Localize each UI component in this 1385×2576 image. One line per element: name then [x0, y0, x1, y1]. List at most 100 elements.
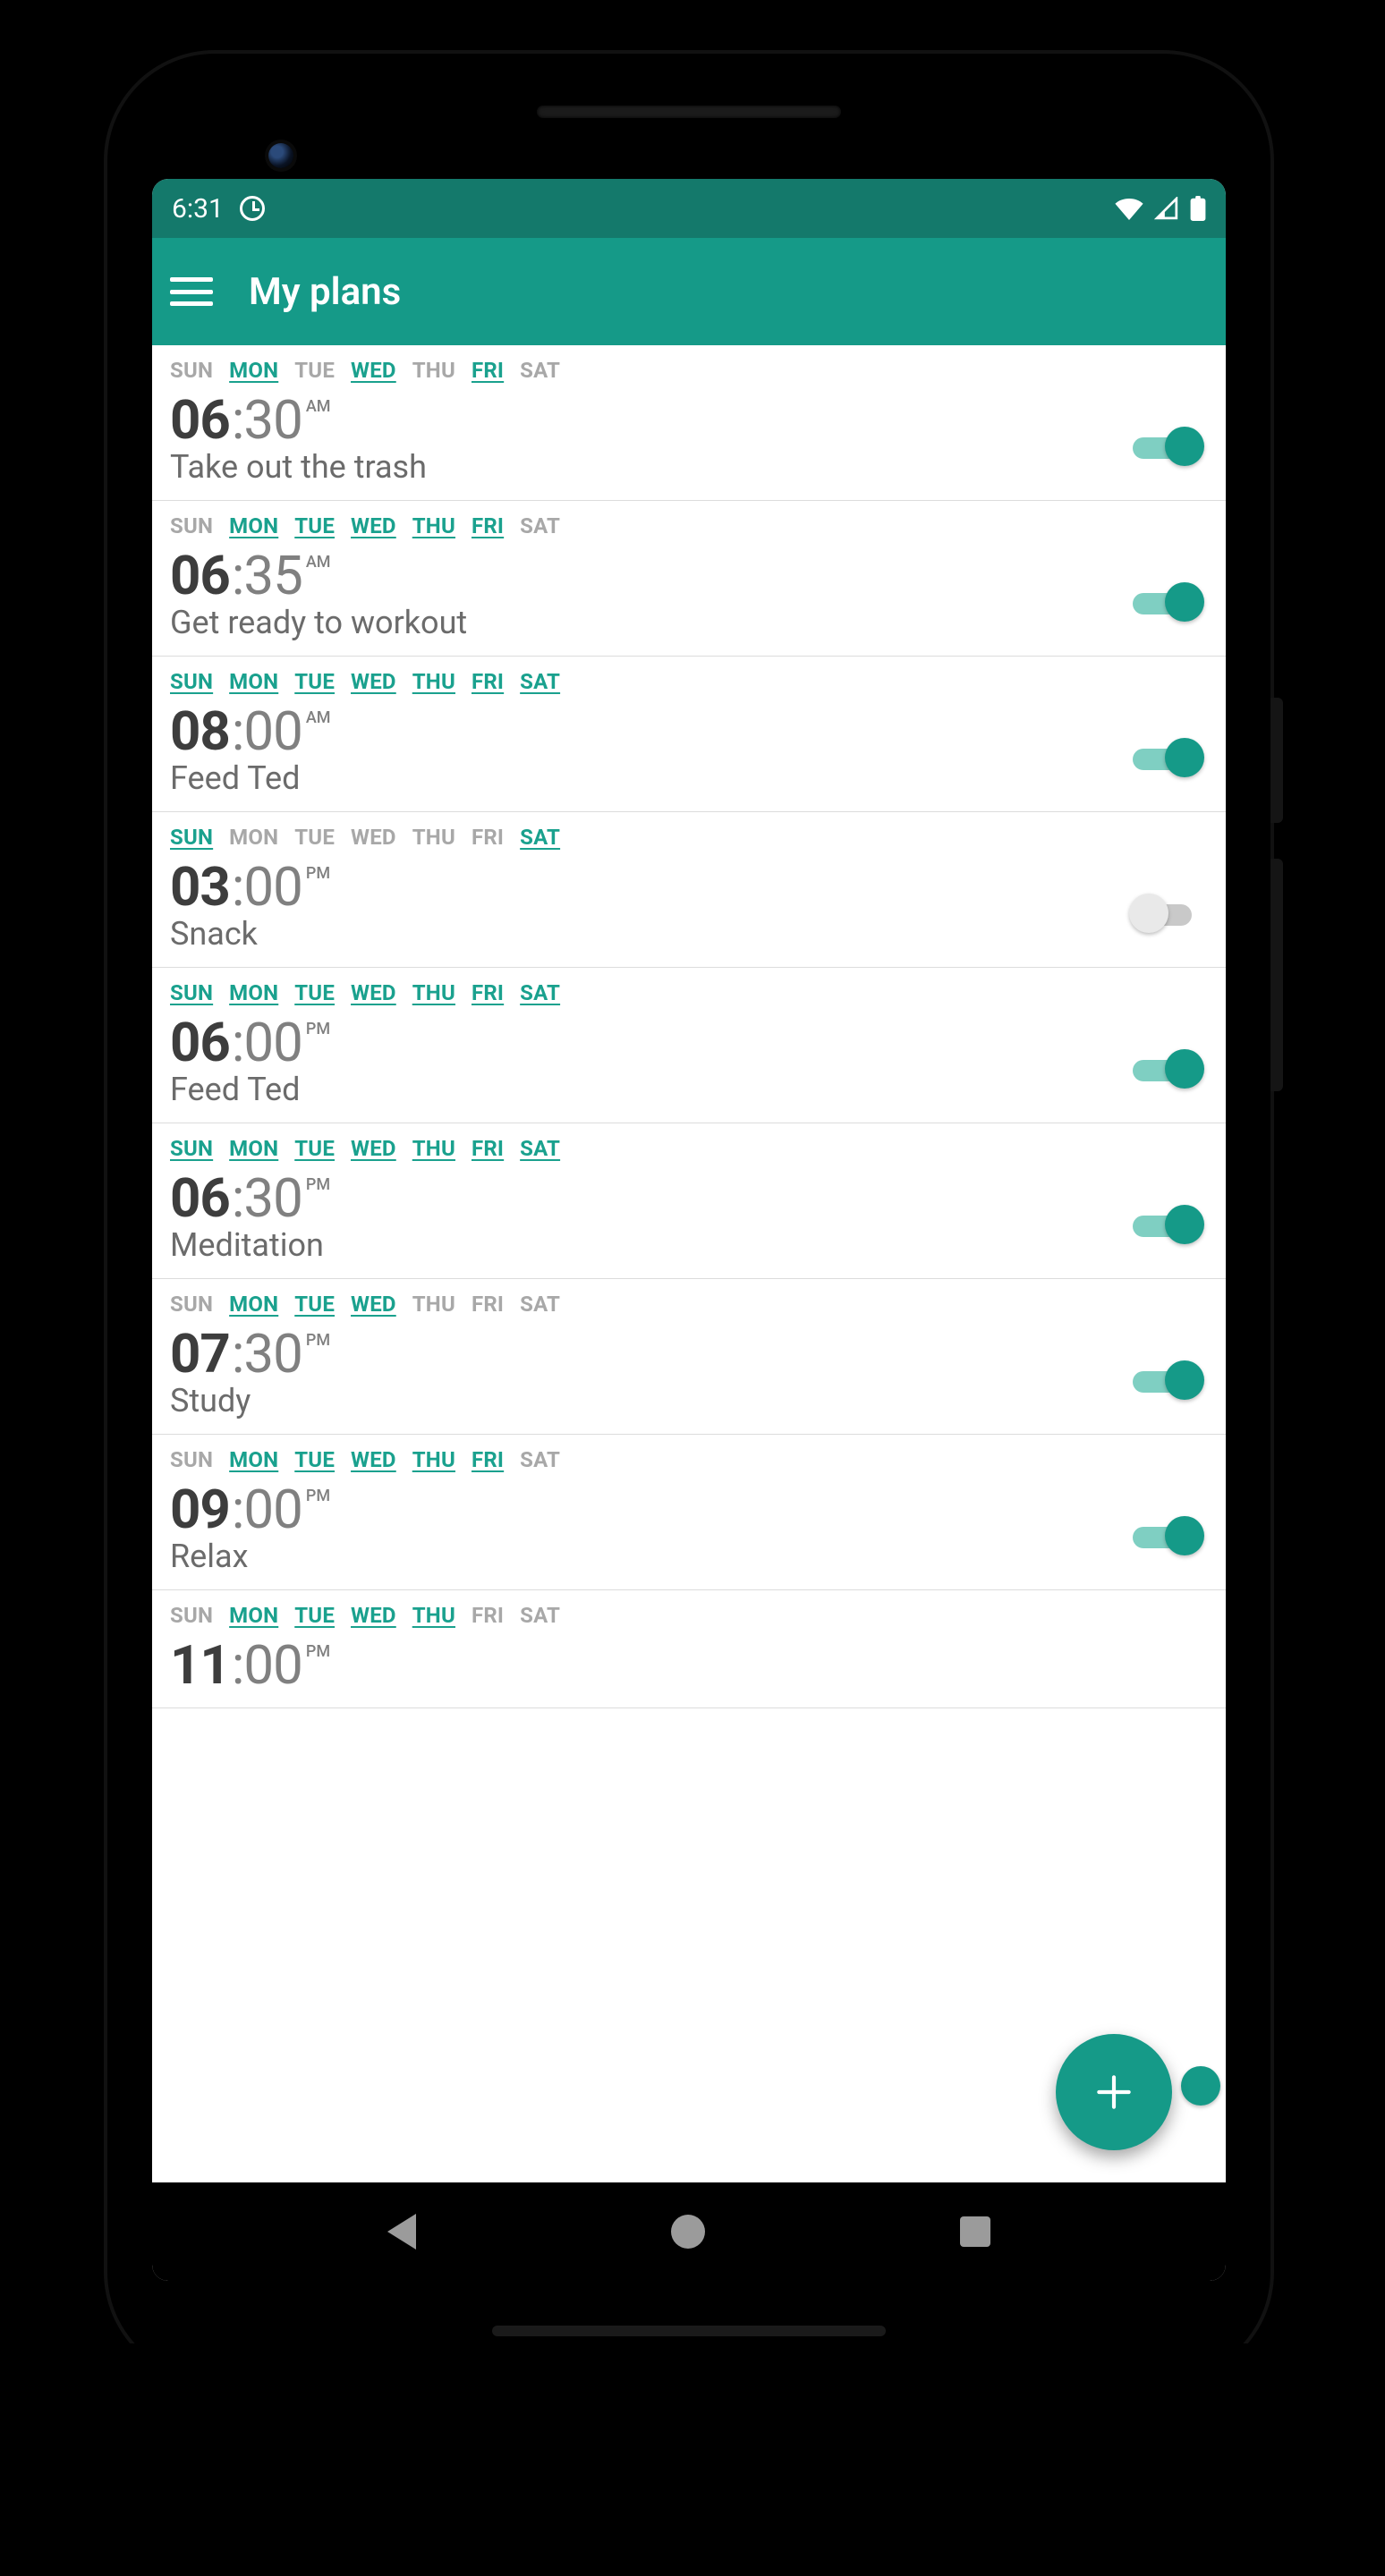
plan-item[interactable]: SUNMONTUEWEDTHUFRISAT06:35AMGet ready to…	[152, 501, 1226, 657]
cell-signal-icon	[1154, 197, 1179, 220]
day-label: SUN	[170, 980, 213, 1005]
plan-time: 08:00AM	[170, 699, 1208, 763]
day-label: SUN	[170, 1292, 213, 1317]
plan-ampm: PM	[306, 864, 330, 883]
plan-days: SUNMONTUEWEDTHUFRISAT	[170, 1447, 1208, 1472]
day-label: MON	[229, 1447, 278, 1472]
screen: 6:31 My plans SUNMONTUEWEDTHUFRISAT06:30…	[152, 179, 1226, 2281]
day-label: WED	[351, 358, 396, 383]
plan-time: 06:30AM	[170, 388, 1208, 452]
day-label: MON	[229, 1136, 278, 1161]
plan-label: Meditation	[170, 1226, 1208, 1264]
plan-hour: 08	[170, 699, 230, 763]
plus-icon	[1092, 2070, 1136, 2114]
plan-list[interactable]: SUNMONTUEWEDTHUFRISAT06:30AMTake out the…	[152, 345, 1226, 2182]
phone-camera	[268, 143, 293, 168]
plan-item[interactable]: SUNMONTUEWEDTHUFRISAT07:30PMStudy	[152, 1279, 1226, 1435]
plan-toggle[interactable]	[1133, 738, 1204, 777]
day-label: MON	[229, 980, 278, 1005]
plan-days: SUNMONTUEWEDTHUFRISAT	[170, 1603, 1208, 1628]
plan-item[interactable]: SUNMONTUEWEDTHUFRISAT06:30AMTake out the…	[152, 345, 1226, 501]
day-label: FRI	[472, 358, 504, 383]
plan-item[interactable]: SUNMONTUEWEDTHUFRISAT06:30PMMeditation	[152, 1123, 1226, 1279]
phone-side-button	[1270, 859, 1283, 1091]
day-label: WED	[351, 513, 396, 538]
day-label: THU	[412, 980, 455, 1005]
day-label: THU	[412, 513, 455, 538]
menu-icon[interactable]	[170, 275, 213, 308]
recents-button[interactable]	[960, 2216, 990, 2247]
day-label: WED	[351, 1292, 396, 1317]
plan-hour: 11	[170, 1633, 230, 1697]
plan-minute: :00	[232, 855, 302, 919]
day-label: SUN	[170, 669, 213, 694]
plan-item[interactable]: SUNMONTUEWEDTHUFRISAT03:00PMSnack	[152, 812, 1226, 968]
plan-item[interactable]: SUNMONTUEWEDTHUFRISAT09:00PMRelax	[152, 1435, 1226, 1590]
plan-toggle[interactable]	[1133, 1516, 1204, 1555]
plan-time: 07:30PM	[170, 1322, 1208, 1385]
battery-icon	[1190, 196, 1206, 221]
day-label: FRI	[472, 1447, 504, 1472]
day-label: THU	[412, 1447, 455, 1472]
plan-label: Feed Ted	[170, 759, 1208, 797]
back-button[interactable]	[387, 2214, 416, 2250]
plan-ampm: PM	[306, 1331, 330, 1350]
plan-toggle[interactable]	[1181, 2066, 1206, 2106]
plan-ampm: PM	[306, 1175, 330, 1194]
phone-speaker	[537, 106, 841, 118]
plan-time: 03:00PM	[170, 855, 1208, 919]
plan-days: SUNMONTUEWEDTHUFRISAT	[170, 980, 1208, 1005]
plan-toggle[interactable]	[1133, 1205, 1204, 1244]
plan-hour: 09	[170, 1478, 230, 1541]
day-label: MON	[229, 669, 278, 694]
day-label: WED	[351, 669, 396, 694]
plan-minute: :30	[232, 388, 302, 452]
day-label: SAT	[520, 358, 560, 383]
day-label: SAT	[520, 1292, 560, 1317]
plan-hour: 03	[170, 855, 230, 919]
day-label: SAT	[520, 1603, 560, 1628]
plan-label: Study	[170, 1382, 1208, 1419]
plan-toggle[interactable]	[1133, 427, 1204, 466]
plan-minute: :35	[232, 544, 302, 607]
plan-item[interactable]: SUNMONTUEWEDTHUFRISAT06:00PMFeed Ted	[152, 968, 1226, 1123]
phone-side-button	[1270, 698, 1283, 823]
day-label: TUE	[294, 1447, 335, 1472]
plan-minute: :30	[232, 1322, 302, 1385]
plan-minute: :30	[232, 1166, 302, 1230]
plan-label: Get ready to workout	[170, 604, 1208, 641]
home-button[interactable]	[671, 2215, 705, 2249]
phone-frame: 6:31 My plans SUNMONTUEWEDTHUFRISAT06:30…	[107, 54, 1270, 2379]
day-label: MON	[229, 513, 278, 538]
plan-days: SUNMONTUEWEDTHUFRISAT	[170, 513, 1208, 538]
plan-toggle[interactable]	[1133, 1049, 1204, 1089]
day-label: FRI	[472, 1136, 504, 1161]
day-label: SAT	[520, 980, 560, 1005]
day-label: MON	[229, 1603, 278, 1628]
add-plan-button[interactable]	[1056, 2034, 1172, 2150]
plan-item[interactable]: SUNMONTUEWEDTHUFRISAT11:00PM	[152, 1590, 1226, 1708]
day-label: TUE	[294, 825, 335, 850]
day-label: SUN	[170, 825, 213, 850]
day-label: MON	[229, 1292, 278, 1317]
day-label: TUE	[294, 1292, 335, 1317]
plan-toggle[interactable]	[1133, 582, 1204, 622]
android-nav-bar	[152, 2182, 1226, 2281]
status-bar: 6:31	[152, 179, 1226, 238]
day-label: FRI	[472, 669, 504, 694]
plan-item[interactable]: SUNMONTUEWEDTHUFRISAT08:00AMFeed Ted	[152, 657, 1226, 812]
plan-toggle[interactable]	[1133, 894, 1204, 933]
day-label: WED	[351, 1136, 396, 1161]
plan-hour: 06	[170, 544, 230, 607]
plan-days: SUNMONTUEWEDTHUFRISAT	[170, 358, 1208, 383]
day-label: WED	[351, 825, 396, 850]
status-time: 6:31	[172, 193, 224, 225]
plan-minute: :00	[232, 1633, 302, 1697]
day-label: THU	[412, 1292, 455, 1317]
plan-ampm: AM	[306, 397, 331, 416]
day-label: TUE	[294, 1136, 335, 1161]
day-label: SUN	[170, 358, 213, 383]
day-label: TUE	[294, 980, 335, 1005]
plan-toggle[interactable]	[1133, 1360, 1204, 1400]
day-label: SUN	[170, 1136, 213, 1161]
